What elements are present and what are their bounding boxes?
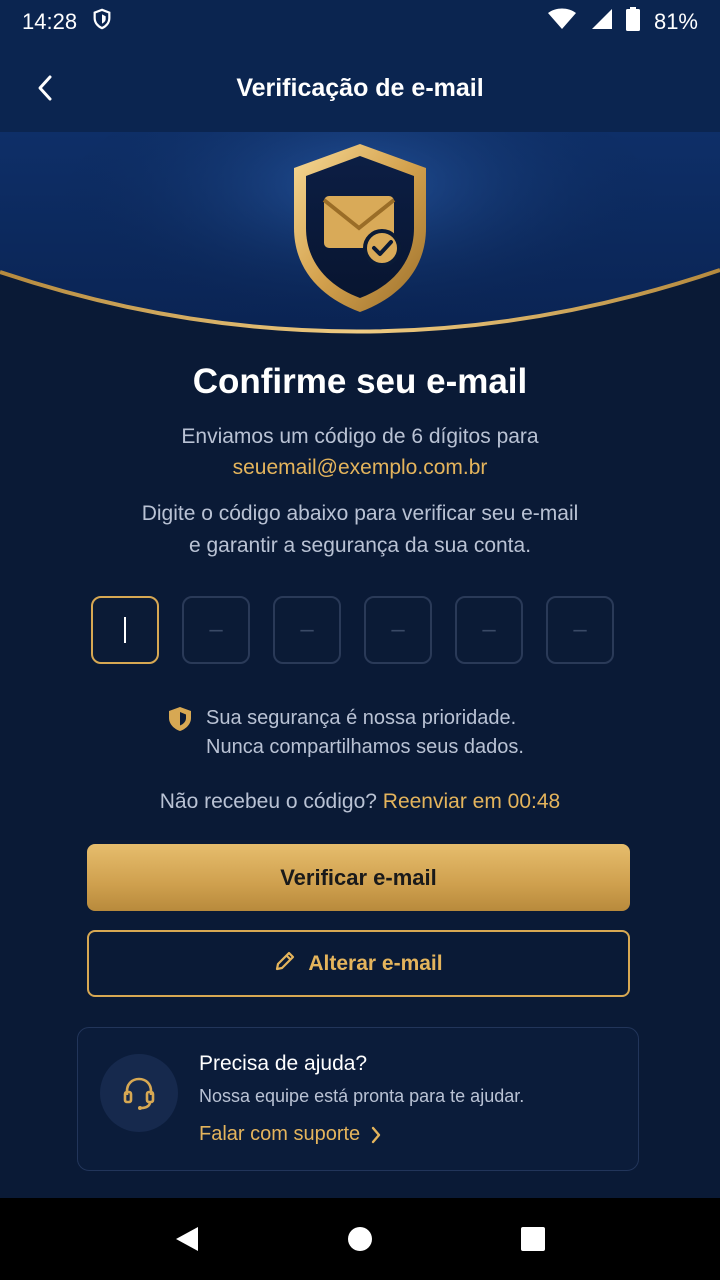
code-digit-1[interactable] — [91, 596, 159, 664]
system-nav-bar — [0, 1198, 720, 1280]
resend-prefix: Não recebeu o código? — [159, 790, 377, 813]
help-title: Precisa de ajuda? — [199, 1052, 368, 1075]
shield-email-icon — [286, 140, 434, 316]
resend-row: Não recebeu o código? Reenviar em 00:48 — [0, 790, 720, 814]
verify-email-label: Verificar e-mail — [280, 864, 437, 890]
battery-percent: 81% — [653, 9, 698, 34]
battery-icon — [625, 7, 640, 37]
contact-support-label: Falar com suporte — [199, 1123, 361, 1145]
code-digit-5[interactable]: – — [455, 596, 523, 664]
back-button[interactable] — [26, 68, 66, 108]
circle-home-icon — [347, 1227, 372, 1251]
shield-status-icon — [91, 8, 113, 36]
nav-home-button[interactable] — [336, 1215, 384, 1263]
digit-placeholder: – — [391, 616, 405, 643]
headset-icon — [100, 1054, 178, 1132]
code-digit-6[interactable]: – — [546, 596, 614, 664]
code-digit-3[interactable]: – — [273, 596, 341, 664]
digit-placeholder: – — [482, 616, 496, 643]
security-note: Sua segurança é nossa prioridade. Nunca … — [168, 704, 524, 762]
security-line-1: Sua segurança é nossa prioridade. — [206, 707, 517, 729]
signal-icon — [590, 8, 612, 36]
code-digit-2[interactable]: – — [182, 596, 250, 664]
security-line-2: Nunca compartilhamos seus dados. — [206, 736, 524, 758]
instruction-line-1: Digite o código abaixo para verificar se… — [141, 502, 579, 525]
status-bar: 14:28 81% — [0, 0, 720, 44]
wifi-icon — [547, 8, 576, 36]
text-caret — [124, 617, 126, 643]
digit-placeholder: – — [573, 616, 587, 643]
change-email-label: Alterar e-mail — [308, 951, 443, 975]
page-title: Verificação de e-mail — [236, 73, 484, 102]
nav-back-button[interactable] — [163, 1215, 211, 1263]
app-bar: Verificação de e-mail — [0, 44, 720, 132]
status-time: 14:28 — [22, 9, 78, 34]
chevron-left-icon — [38, 75, 52, 101]
code-input-row: – – – – – — [91, 596, 614, 664]
contact-support-link[interactable]: Falar com suporte — [199, 1123, 382, 1146]
chevron-right-icon — [371, 1126, 381, 1143]
shield-icon — [168, 704, 192, 762]
digit-placeholder: – — [300, 616, 314, 643]
resend-link[interactable]: Reenviar em 00:48 — [383, 790, 560, 813]
nav-recents-button[interactable] — [509, 1215, 557, 1263]
email-address: seuemail@exemplo.com.br — [232, 456, 488, 479]
help-description: Nossa equipe está pronta para te ajudar. — [199, 1086, 525, 1106]
digit-placeholder: – — [209, 616, 223, 643]
pencil-icon — [274, 950, 296, 978]
verify-email-button[interactable]: Verificar e-mail — [87, 844, 630, 911]
triangle-back-icon — [175, 1227, 198, 1251]
code-digit-4[interactable]: – — [364, 596, 432, 664]
instruction-line-2: e garantir a segurança da sua conta. — [188, 534, 532, 557]
sent-info-text: Enviamos um código de 6 dígitos para — [181, 425, 539, 448]
square-recents-icon — [521, 1227, 546, 1251]
change-email-button[interactable]: Alterar e-mail — [87, 930, 630, 997]
main-heading: Confirme seu e-mail — [192, 362, 528, 401]
help-card: Precisa de ajuda? Nossa equipe está pron… — [77, 1027, 639, 1171]
